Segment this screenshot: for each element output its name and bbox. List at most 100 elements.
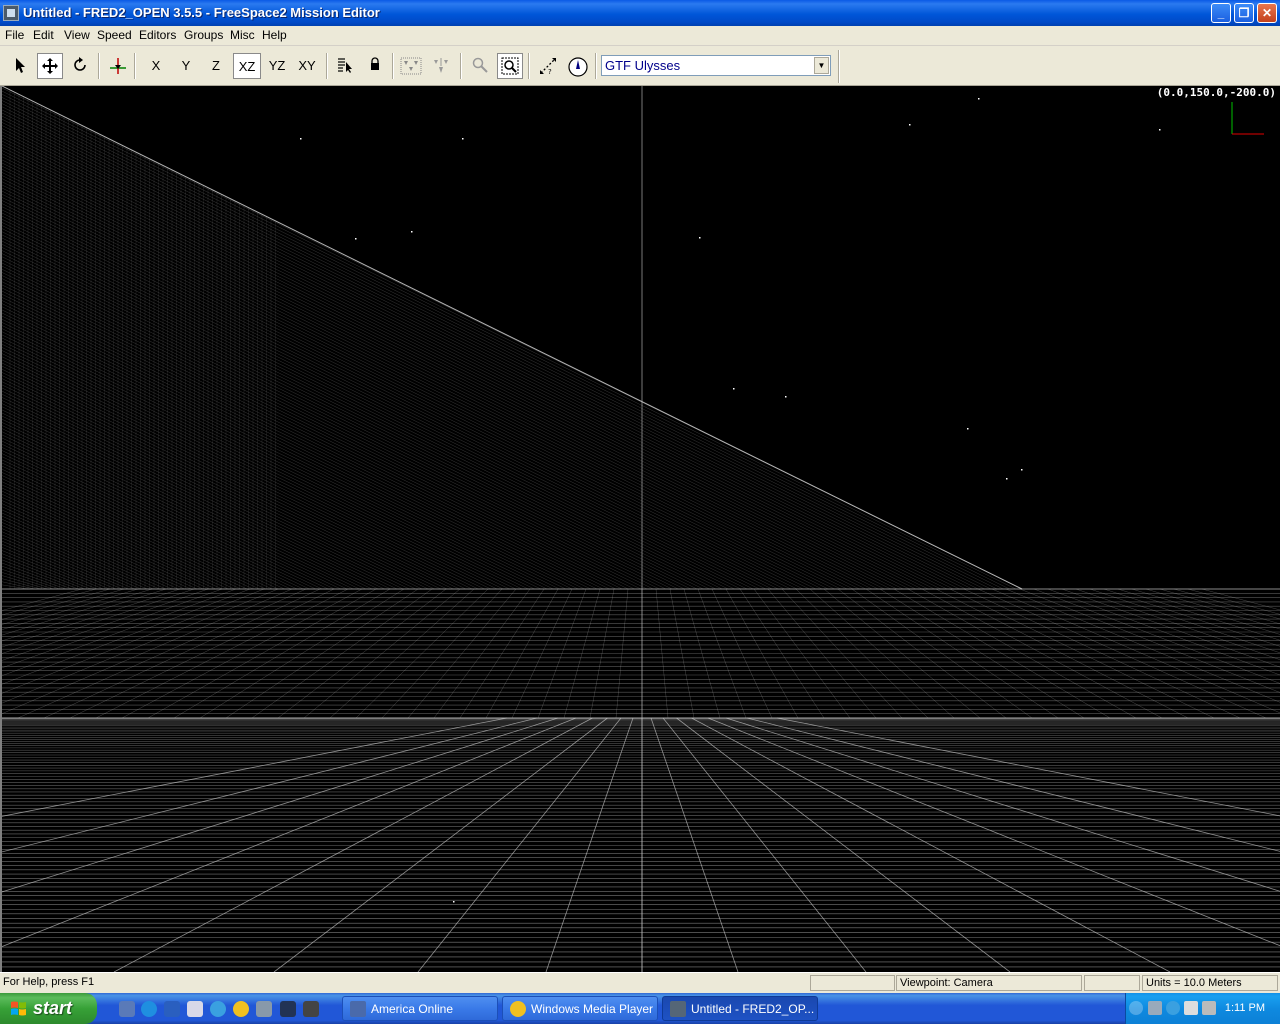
quicklaunch-hp-icon[interactable]	[164, 1001, 180, 1017]
axis-xz-button[interactable]: XZ	[233, 53, 261, 79]
menu-help[interactable]: Help	[262, 28, 287, 42]
toolbar-separator	[392, 53, 394, 79]
toolbar-separator	[460, 53, 462, 79]
mission-viewport[interactable]: (0.0,150.0,-200.0)	[0, 86, 1280, 972]
quicklaunch-desktop-icon[interactable]	[187, 1001, 203, 1017]
disband-wing-button[interactable]	[428, 53, 454, 79]
menu-misc[interactable]: Misc	[230, 28, 255, 42]
clock: 1:11 PM	[1224, 1002, 1265, 1014]
star	[733, 388, 735, 390]
fred-icon	[670, 1001, 686, 1017]
status-help: For Help, press F1	[3, 976, 95, 988]
menu-editors[interactable]: Editors	[139, 28, 176, 42]
show-distances-button[interactable]: ?	[535, 53, 561, 79]
lock-icon	[371, 57, 379, 70]
grid-line	[691, 717, 1171, 972]
tray-messenger-icon[interactable]	[1166, 1001, 1180, 1015]
grid-line	[2, 147, 904, 590]
tray-expand-icon[interactable]	[1129, 1001, 1143, 1015]
star	[967, 428, 969, 430]
grid-canvas[interactable]	[2, 86, 1280, 972]
close-button[interactable]: ✕	[1257, 3, 1277, 23]
dropdown-arrow-icon[interactable]: ▼	[814, 57, 829, 74]
axis-z-button[interactable]: Z	[203, 53, 229, 79]
tray-monitor-icon[interactable]	[1202, 1001, 1216, 1015]
menu-speed[interactable]: Speed	[97, 28, 132, 42]
lock-button[interactable]	[362, 53, 388, 79]
axis-x-button[interactable]: X	[143, 53, 169, 79]
star	[453, 901, 455, 903]
quicklaunch-aol-icon[interactable]	[119, 1001, 135, 1017]
axis-y-button[interactable]: Y	[173, 53, 199, 79]
task-label: America Online	[371, 1002, 454, 1016]
axis-xy-button[interactable]: XY	[293, 53, 321, 79]
grid-line	[2, 125, 948, 590]
status-viewpoint: Viewpoint: Camera	[896, 975, 1082, 991]
quicklaunch-app-icon[interactable]	[256, 1001, 272, 1017]
task-media-player[interactable]: Windows Media Player	[502, 996, 658, 1021]
grid-line	[650, 717, 739, 972]
rotate-tool-button[interactable]	[67, 53, 93, 79]
grid-line	[2, 97, 1004, 590]
grid-line	[746, 717, 1280, 852]
quicklaunch-paw-icon[interactable]	[280, 1001, 296, 1017]
restore-button[interactable]: ❐	[1234, 3, 1254, 23]
grid-line	[776, 717, 1280, 817]
menu-view[interactable]: View	[64, 28, 90, 42]
tray-device-icon[interactable]	[1184, 1001, 1198, 1015]
grid-line	[2, 178, 841, 590]
svg-text:?: ?	[548, 68, 552, 76]
zoom-selected-button[interactable]	[467, 53, 493, 79]
star	[785, 396, 787, 398]
star	[1159, 129, 1161, 131]
wing-form-button[interactable]	[398, 53, 424, 79]
quicklaunch-ie-icon[interactable]	[141, 1001, 157, 1017]
move-tool-button[interactable]	[37, 53, 63, 79]
status-units: Units = 10.0 Meters	[1142, 975, 1278, 991]
menu-file[interactable]: File	[5, 28, 24, 42]
grid-line	[2, 400, 398, 590]
grid-line	[2, 209, 779, 590]
quicklaunch-fred-icon[interactable]	[303, 1001, 319, 1017]
taskbar: start America Online Windows Media Playe…	[0, 993, 1280, 1024]
quicklaunch-messenger-icon[interactable]	[210, 1001, 226, 1017]
grid-line	[417, 717, 622, 972]
grid-line	[545, 717, 634, 972]
start-button[interactable]: start	[0, 993, 97, 1024]
ship-class-select[interactable]: GTF Ulysses ▼	[601, 55, 831, 76]
grid-line	[2, 717, 538, 853]
title-bar[interactable]: Untitled - FRED2_OPEN 3.5.5 - FreeSpace2…	[0, 0, 1280, 26]
status-pane-empty	[810, 975, 895, 991]
star	[355, 238, 357, 240]
system-tray: 1:11 PM	[1125, 993, 1280, 1024]
select-list-button[interactable]	[332, 53, 358, 79]
grid-line	[2, 190, 816, 590]
star	[699, 237, 701, 239]
grid-line	[2, 103, 991, 590]
star	[1021, 469, 1023, 471]
axis-yz-button[interactable]: YZ	[263, 53, 291, 79]
quicklaunch-mediaplayer-icon[interactable]	[233, 1001, 249, 1017]
task-label: Untitled - FRED2_OP...	[691, 1002, 815, 1016]
compass-icon	[568, 57, 588, 77]
menu-bar: File Edit View Speed Editors Groups Misc…	[0, 26, 1280, 46]
select-tool-button[interactable]	[7, 53, 33, 79]
grid-line	[2, 187, 823, 590]
app-icon[interactable]	[3, 5, 19, 21]
disband-wing-icon	[434, 58, 448, 73]
move-arrows-icon	[42, 58, 58, 74]
minimize-button[interactable]: _	[1211, 3, 1231, 23]
zoom-extents-button[interactable]	[497, 53, 523, 79]
menu-edit[interactable]: Edit	[33, 28, 54, 42]
task-label: Windows Media Player	[531, 1002, 654, 1016]
toolbar-separator	[528, 53, 530, 79]
rotate-icon	[74, 57, 86, 71]
constraint-tool-button[interactable]	[105, 53, 131, 79]
grid-line	[2, 119, 960, 590]
task-fred2[interactable]: Untitled - FRED2_OP...	[662, 996, 818, 1021]
menu-groups[interactable]: Groups	[184, 28, 223, 42]
task-aol[interactable]: America Online	[342, 996, 498, 1021]
orbit-button[interactable]	[565, 53, 591, 79]
arrow-cursor-icon	[16, 58, 25, 73]
tray-network-icon[interactable]	[1148, 1001, 1162, 1015]
